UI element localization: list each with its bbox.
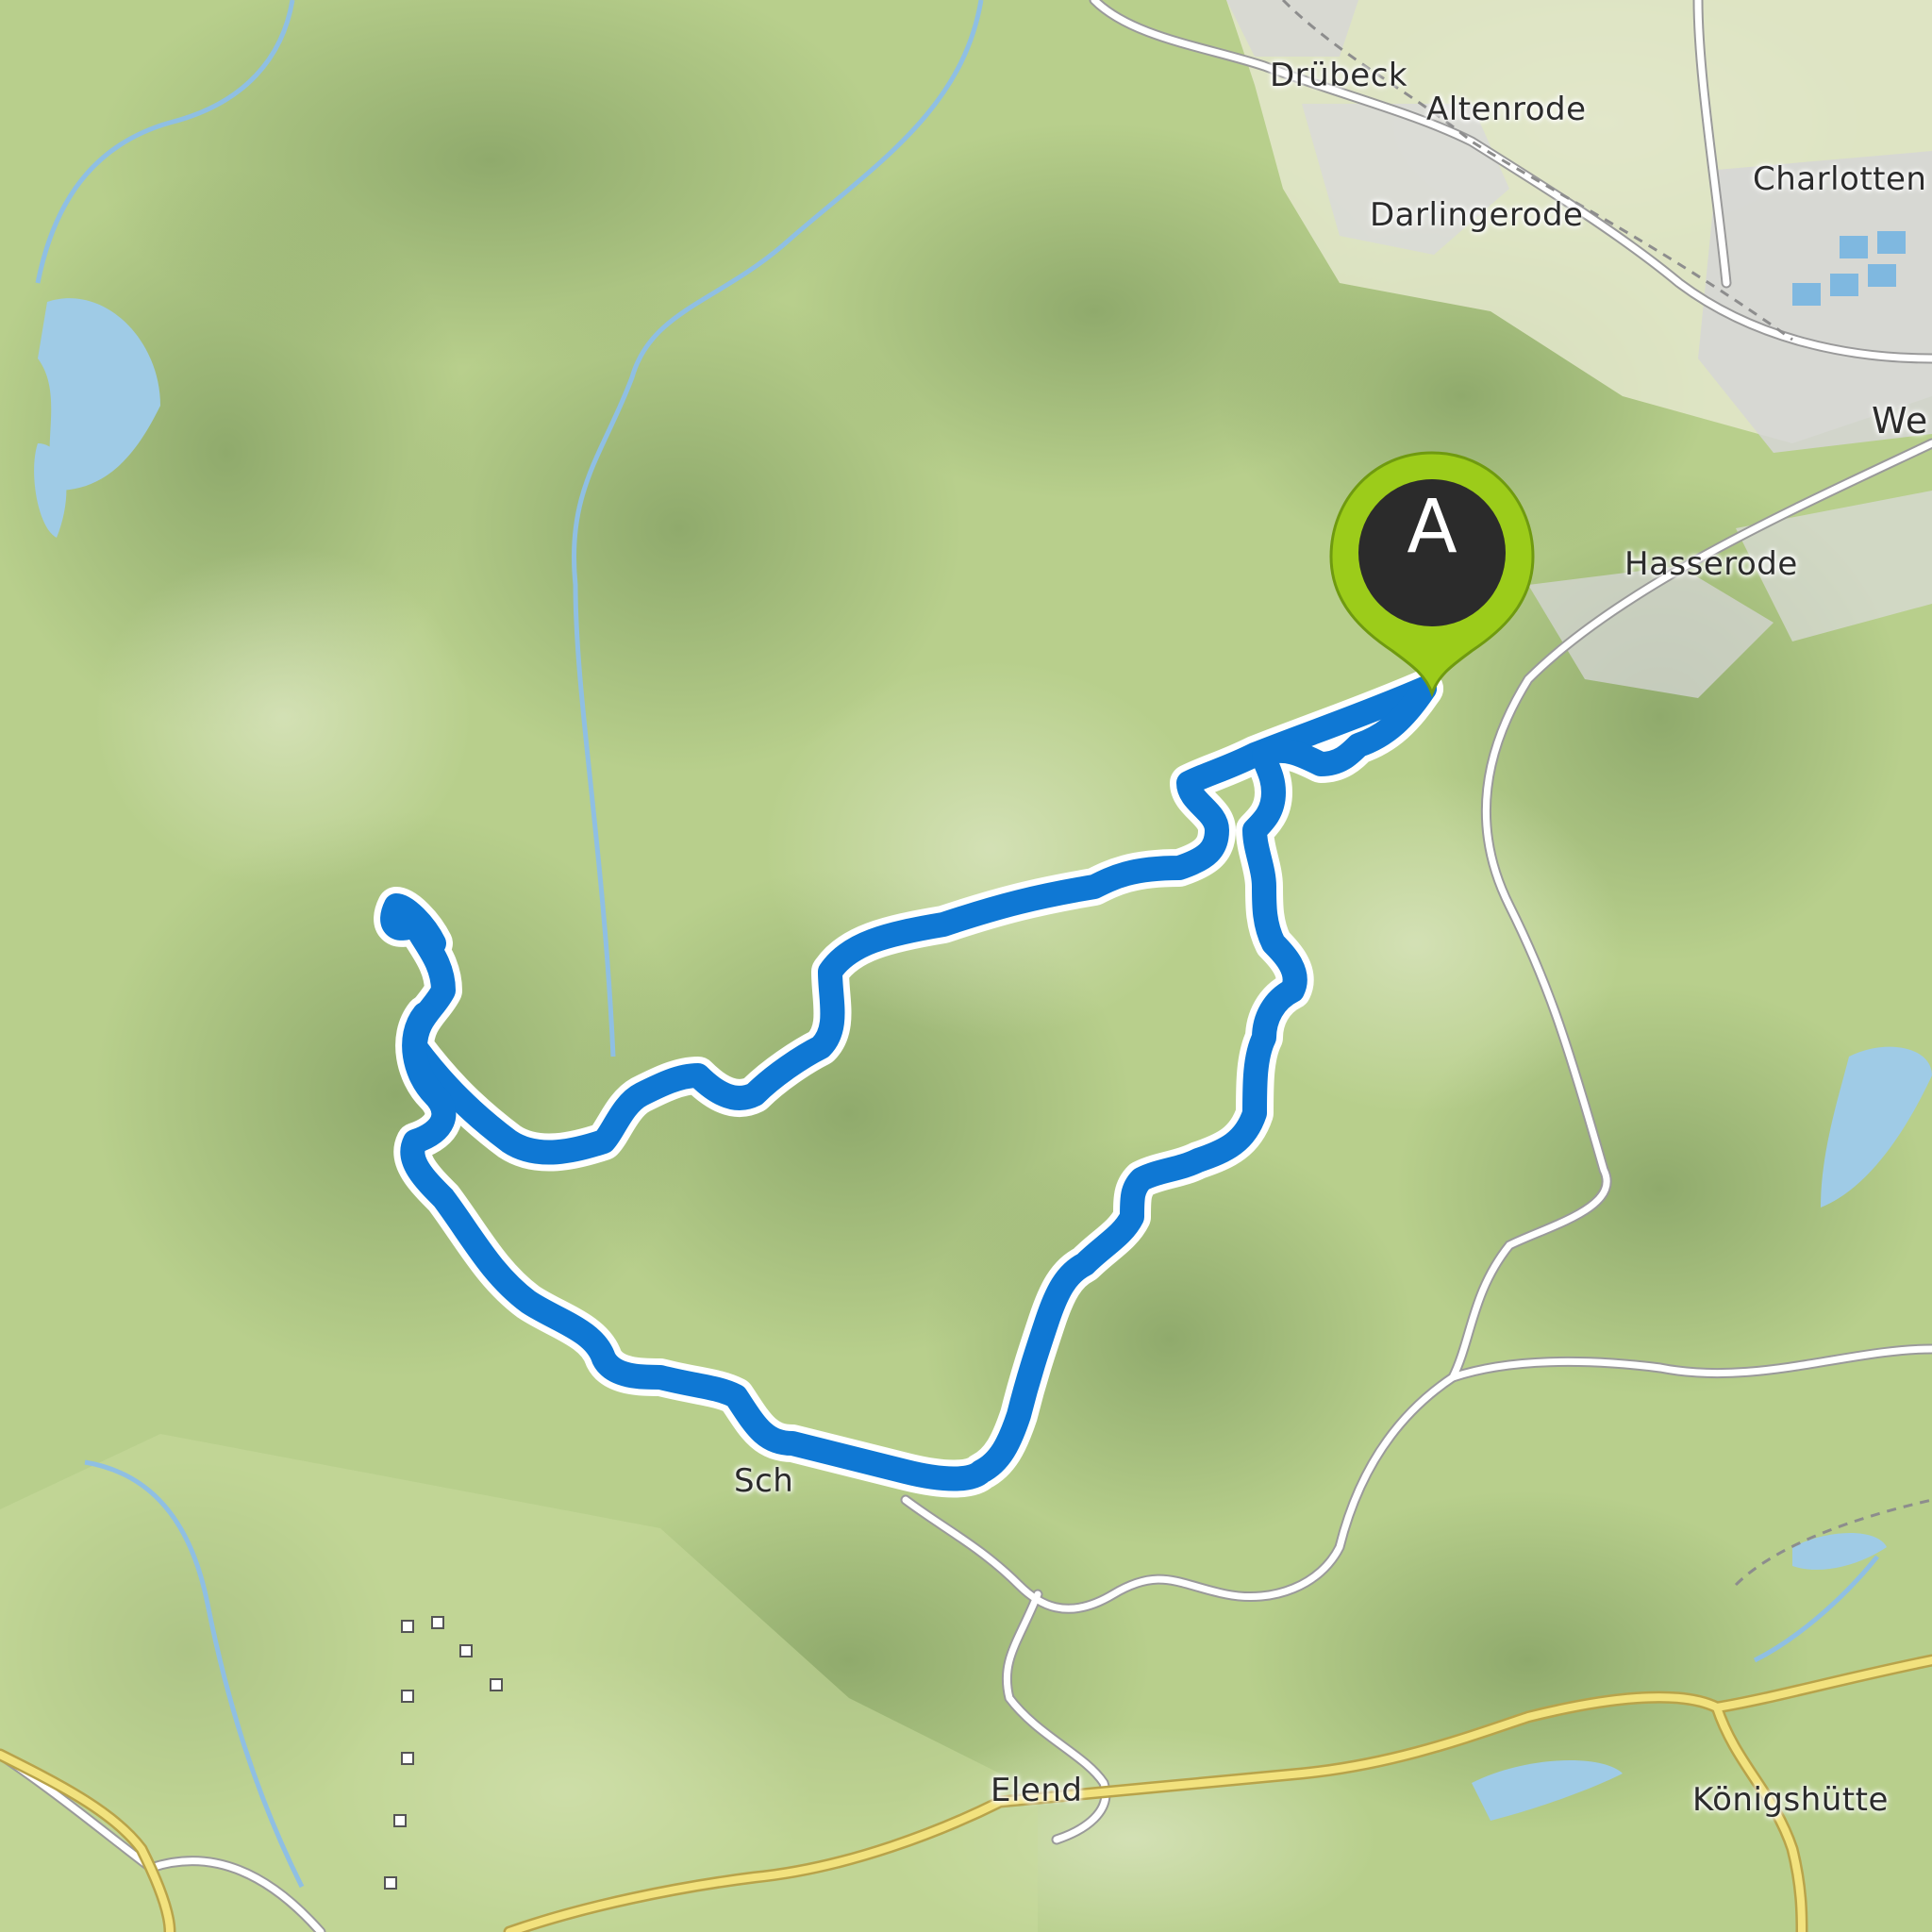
place-label-darlingerode[interactable]: Darlingerode	[1370, 196, 1583, 234]
start-marker[interactable]: A	[1328, 447, 1536, 692]
place-label-charlotten[interactable]: Charlotten	[1753, 160, 1926, 198]
place-label-sch[interactable]: Sch	[734, 1462, 793, 1500]
start-marker-letter: A	[1407, 485, 1457, 570]
topographic-map[interactable]	[0, 0, 1932, 1932]
place-label-we[interactable]: We	[1872, 400, 1928, 441]
place-label-elend[interactable]: Elend	[991, 1772, 1082, 1809]
place-label-hasserode[interactable]: Hasserode	[1624, 545, 1798, 583]
place-label-drubeck[interactable]: Drübeck	[1270, 57, 1407, 94]
place-label-konigshutte[interactable]: Königshütte	[1692, 1781, 1889, 1819]
place-label-altenrode[interactable]: Altenrode	[1426, 91, 1587, 128]
